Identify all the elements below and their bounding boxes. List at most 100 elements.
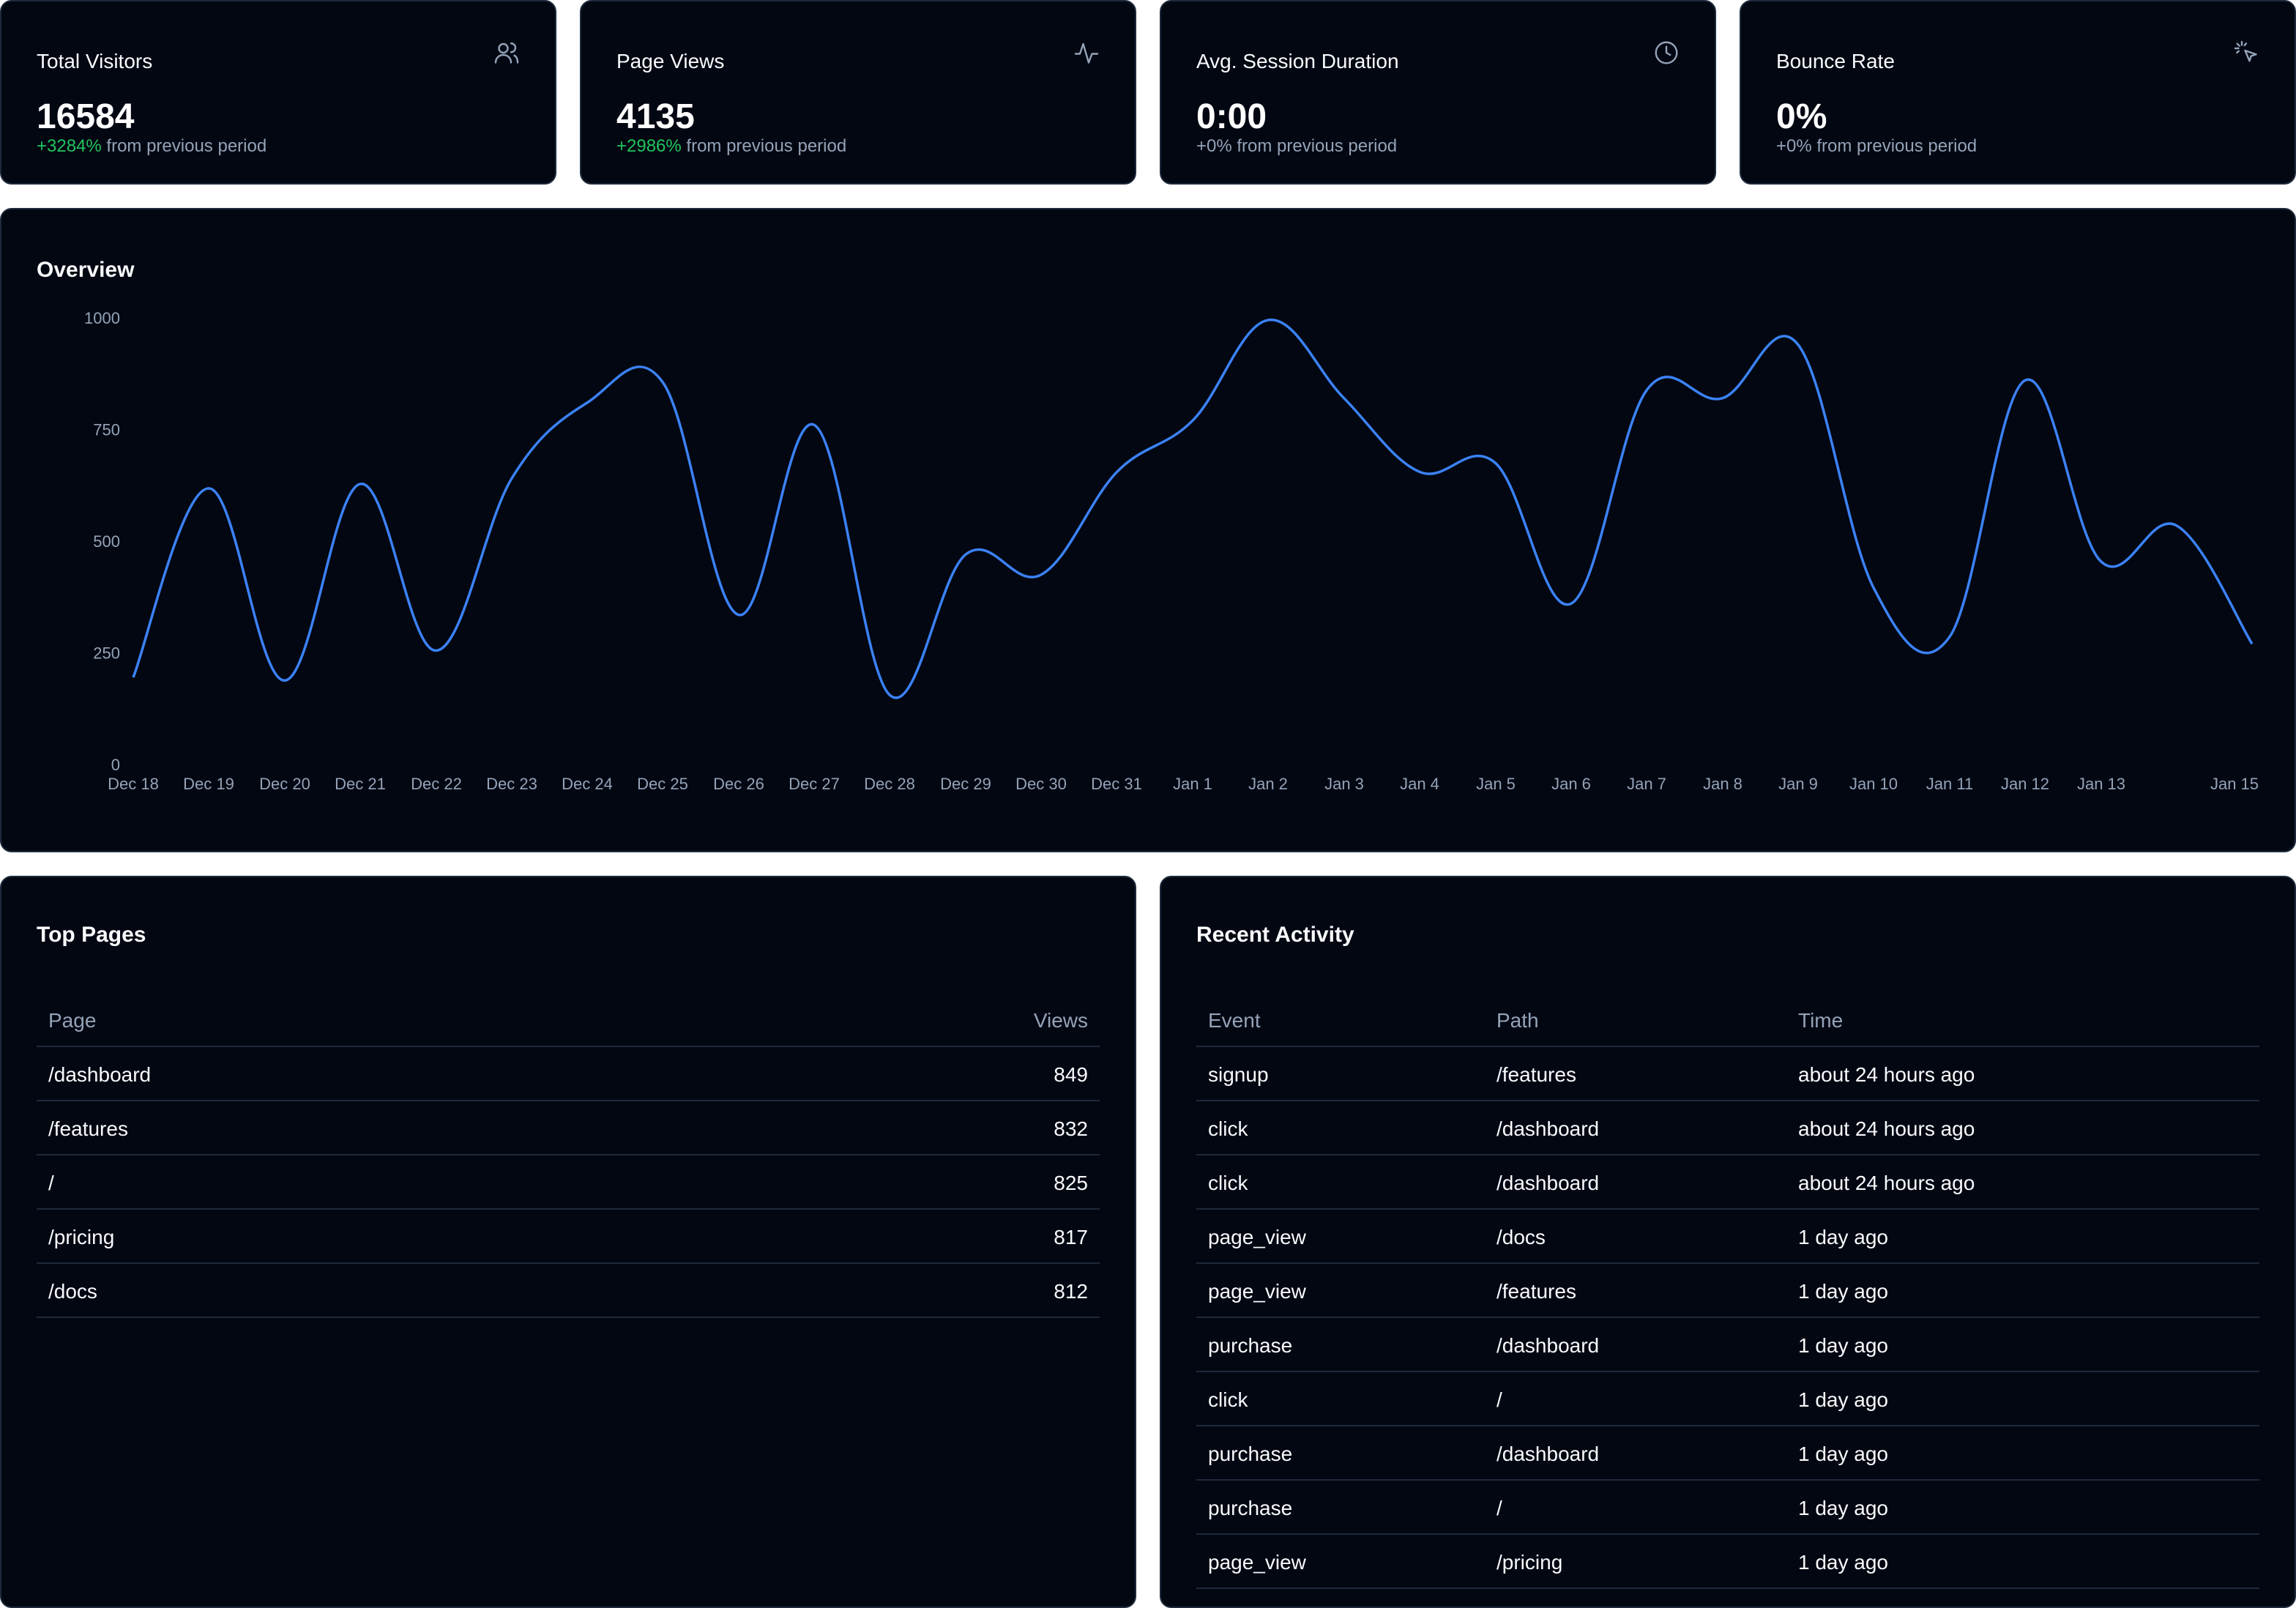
x-tick-label: Jan 1 [1173,775,1212,793]
stat-change-text: from previous period [101,136,267,156]
x-tick-label: Jan 5 [1476,775,1516,793]
y-tick-label: 0 [111,756,120,774]
data-point[interactable] [1794,340,1803,349]
column-header: Path [1496,1009,1539,1032]
data-point[interactable] [2096,557,2105,565]
x-tick-label: Jan 10 [1849,775,1898,793]
x-tick-label: Jan 4 [1400,775,1439,793]
data-point[interactable] [1415,467,1424,476]
table-cell: /dashboard [1496,1172,1600,1194]
table-row[interactable]: purchase/dashboard 1 day ago [1196,1426,2259,1481]
table-cell: 1 day ago [1798,1334,1888,1357]
table-row[interactable]: / 825 [37,1155,1100,1210]
stat-change-value: +2986% [616,136,682,156]
top-pages-table: Page Views/dashboard 849/features 832 / 825/p… [37,987,1100,1318]
x-tick-label: Dec 18 [108,775,159,793]
stat-card-bounce-rate: Bounce Rate 0% +0% from previous period [1740,0,2296,185]
table-row[interactable]: purchase/dashboard 1 day ago [1196,1318,2259,1372]
data-point[interactable] [280,676,289,685]
stat-change-text: from previous period [1231,136,1398,156]
x-tick-label: Dec 31 [1091,775,1142,793]
table-cell: about 24 hours ago [1798,1172,1975,1194]
table-cell: /pricing [1496,1551,1563,1574]
data-point[interactable] [356,480,365,488]
table-cell: signup [1208,1063,1269,1086]
table-row[interactable]: /docs 812 [37,1264,1100,1318]
data-point[interactable] [1340,394,1349,403]
data-point[interactable] [734,611,743,619]
clock-icon [1655,41,1678,64]
table-row[interactable]: /features 832 [37,1101,1100,1155]
overview-card: Overview 0 250 500 750 1000 Dec 18 Dec 19 Dec 2… [0,208,2296,852]
table-cell: /dashboard [1496,1334,1600,1357]
data-point[interactable] [961,550,970,559]
data-point[interactable] [1718,394,1727,403]
data-point[interactable] [507,474,516,483]
table-cell: click [1208,1117,1248,1140]
y-tick-label: 750 [93,421,120,439]
x-tick-label: Jan 8 [1703,775,1742,793]
table-row[interactable]: page_view/pricing 1 day ago [1196,1535,2259,1589]
series-line [132,319,2254,699]
y-tick-label: 1000 [84,309,120,327]
data-point[interactable] [659,378,668,387]
pointer-icon [2234,40,2257,62]
table-row[interactable]: page_view/features 1 day ago [1196,1264,2259,1318]
table-cell: 812 [1054,1280,1088,1303]
data-point[interactable] [2021,376,2029,384]
data-point[interactable] [204,484,213,493]
data-point[interactable] [1945,633,1954,641]
activity-icon [1074,42,1099,64]
table-row[interactable]: click/dashboard about 24 hours ago [1196,1155,2259,1210]
table-row[interactable]: page_view/docs 1 day ago [1196,1210,2259,1264]
data-point[interactable] [2248,639,2256,648]
stat-change-text: from previous period [1811,136,1978,156]
table-row[interactable]: click/dashboard about 24 hours ago [1196,1101,2259,1155]
overview-line-chart: 0 250 500 750 1000 Dec 18 Dec 19 Dec 20 Dec 21 De… [84,309,2259,793]
data-point[interactable] [129,673,138,682]
table-cell: /features [48,1117,128,1140]
data-point[interactable] [1264,316,1272,324]
table-row[interactable]: /pricing 817 [37,1210,1100,1264]
table-row[interactable]: /dashboard 849 [37,1047,1100,1101]
table-cell: /dashboard [1496,1117,1600,1140]
data-point[interactable] [2172,521,2181,530]
table-row[interactable]: click / 1 day ago [1196,1372,2259,1426]
stat-card-avg-session-duration: Avg. Session Duration 0:00 +0% from prev… [1160,0,1716,185]
x-tick-label: Dec 24 [562,775,613,793]
x-tick-label: Dec 30 [1015,775,1067,793]
users-icon [494,42,519,64]
data-point[interactable] [1188,416,1197,425]
data-point[interactable] [810,420,819,429]
data-point[interactable] [1642,386,1651,395]
stat-value: 16584 [37,97,135,136]
table-cell: click [1208,1172,1248,1194]
stat-value: 4135 [616,97,695,136]
x-tick-label: Jan 9 [1778,775,1818,793]
data-point[interactable] [1037,570,1046,579]
table-cell: purchase [1208,1497,1293,1519]
data-point[interactable] [886,691,895,699]
table-row[interactable]: purchase / 1 day ago [1196,1481,2259,1535]
table-cell: about 24 hours ago [1798,1117,1975,1140]
table-cell: / [1496,1497,1502,1519]
x-tick-label: Dec 21 [335,775,386,793]
table-cell: about 24 hours ago [1798,1063,1975,1086]
table-cell: / [48,1172,54,1194]
table-cell: page_view [1208,1226,1306,1248]
data-point[interactable] [1869,584,1878,592]
table-cell: click [1208,1388,1248,1411]
data-point[interactable] [583,398,592,407]
top-pages-title: Top Pages [37,923,146,947]
table-cell: / [1496,1388,1502,1411]
table-header-row: Event Path Time [1196,987,2259,1047]
table-row[interactable]: signup/features about 24 hours ago [1196,1047,2259,1101]
x-tick-label: Dec 26 [713,775,764,793]
data-point[interactable] [1491,458,1499,467]
x-tick-label: Jan 15 [2210,775,2259,793]
data-point[interactable] [431,646,440,655]
stat-change-value: +0% [1196,136,1232,156]
data-point[interactable] [1113,467,1122,476]
data-point[interactable] [1567,599,1576,608]
table-cell: page_view [1208,1280,1306,1303]
